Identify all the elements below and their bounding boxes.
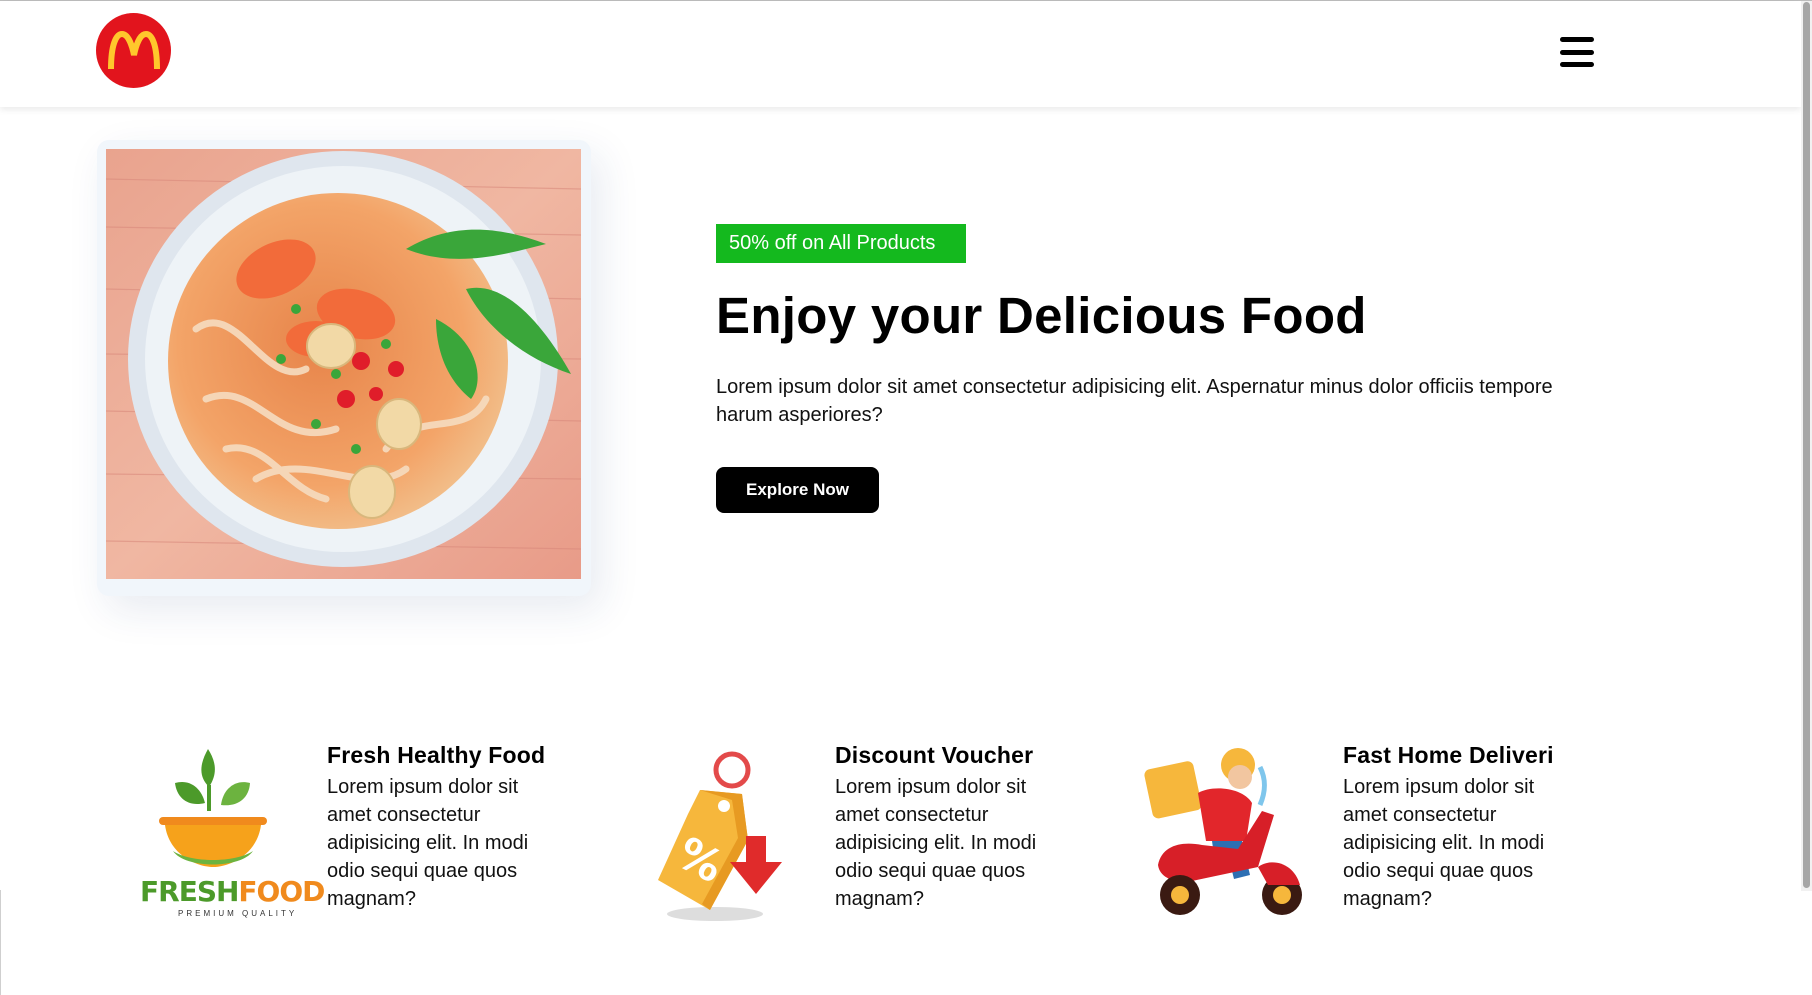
- feature-title: Discount Voucher: [835, 742, 1034, 768]
- menu-bar: [1560, 49, 1594, 55]
- hero-title: Enjoy your Delicious Food: [716, 287, 1367, 344]
- golden-arches-icon: [107, 30, 160, 69]
- navbar: [0, 1, 1801, 107]
- feature-text: Lorem ipsum dolor sit amet consectetur a…: [327, 776, 529, 910]
- hamburger-menu-icon[interactable]: [1560, 35, 1596, 69]
- menu-bar: [1560, 37, 1594, 42]
- feature-text: Lorem ipsum dolor sit amet consectetur a…: [835, 776, 1037, 910]
- menu-bar: [1560, 62, 1594, 67]
- hero-description: Lorem ipsum dolor sit amet consectetur a…: [716, 376, 1553, 426]
- feature-title: Fast Home Deliveri: [1343, 742, 1554, 768]
- explore-now-button[interactable]: Explore Now: [716, 467, 879, 513]
- window-left-edge: [0, 890, 1, 995]
- scrollbar-thumb[interactable]: [1803, 2, 1810, 888]
- discount-tag-icon: %: [640, 750, 790, 925]
- mcdonalds-logo[interactable]: [96, 13, 171, 88]
- feature-text: Lorem ipsum dolor sit amet consectetur a…: [1343, 776, 1545, 910]
- delivery-scooter-icon: [1142, 745, 1312, 925]
- page: 50% off on All Products Enjoy your Delic…: [0, 0, 1812, 995]
- feature-title: Fresh Healthy Food: [327, 742, 546, 768]
- fresh-food-logo-subtext: PREMIUM QUALITY: [178, 909, 298, 918]
- fresh-food-logo-text: FRESHFOOD: [140, 875, 325, 908]
- noodle-soup-bowl-photo: [106, 149, 581, 579]
- promo-badge: 50% off on All Products: [716, 224, 966, 263]
